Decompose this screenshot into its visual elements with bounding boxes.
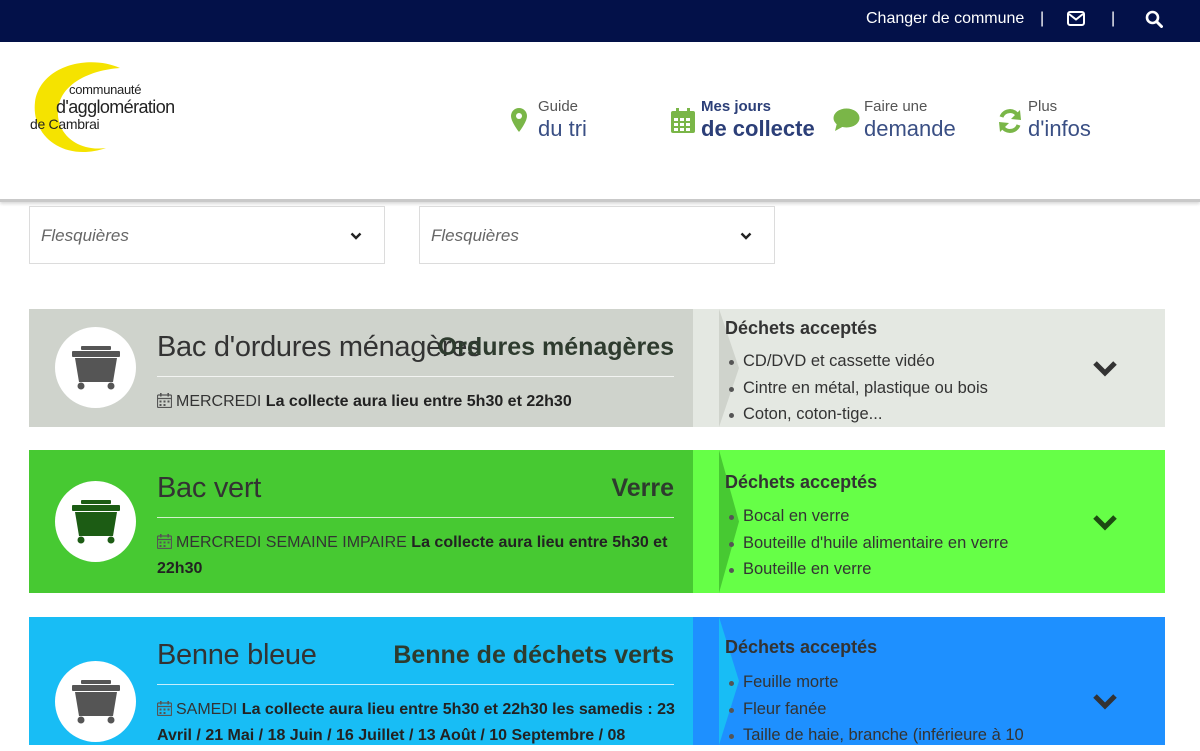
collection-hours: La collecte aura lieu entre 5h30 et 22h3… xyxy=(265,393,572,410)
envelope-icon[interactable] xyxy=(1067,11,1085,26)
nav-mes-jours-de-collecte[interactable]: Mes jours de collecte xyxy=(670,98,820,148)
nav-big-label: du tri xyxy=(538,116,587,141)
change-commune-link[interactable]: Changer de commune xyxy=(866,10,1024,28)
logo-line-1: communauté xyxy=(69,82,142,97)
container-type: Bac vert xyxy=(157,472,261,504)
calendar-icon xyxy=(671,108,695,133)
separator: | xyxy=(1111,10,1116,27)
top-bar: Changer de commune | | xyxy=(0,0,1200,42)
map-marker-icon xyxy=(511,108,527,132)
nav-guide-du-tri[interactable]: Guide du tri xyxy=(511,98,631,148)
collection-schedule: SAMEDI La collecte aura lieu entre 5h30 … xyxy=(157,697,677,749)
agglomeration-logo[interactable]: communauté d'agglomération de Cambrai xyxy=(28,60,188,160)
street-select-value: Flesquières xyxy=(431,226,519,245)
page-bottom xyxy=(0,745,1200,751)
collection-day: SAMEDI xyxy=(176,701,238,718)
list-item: Coton, coton-tige... xyxy=(729,401,988,428)
list-item: Feuille morte xyxy=(729,669,1024,696)
commune-select[interactable]: Flesquières xyxy=(29,206,385,264)
accepted-waste-title: Déchets acceptés xyxy=(725,637,878,657)
collection-card[interactable]: Bac d'ordures ménagères Ordures ménagère… xyxy=(29,309,1165,427)
nav-big-label: de collecte xyxy=(701,116,815,141)
nav-small-label: Guide xyxy=(538,98,579,115)
commune-select-value: Flesquières xyxy=(41,226,129,245)
collection-day: MERCREDI SEMAINE IMPAIRE xyxy=(176,534,407,551)
trash-bin-icon xyxy=(72,346,120,390)
trash-bin-icon xyxy=(72,500,120,544)
calendar-small-icon xyxy=(157,701,172,716)
list-item: Bouteille d'huile alimentaire en verre xyxy=(728,530,1008,557)
bin-badge xyxy=(55,481,136,562)
container-type: Benne bleue xyxy=(157,639,317,671)
chat-bubble-icon xyxy=(833,108,860,131)
accepted-waste-title: Déchets acceptés xyxy=(725,318,878,338)
nav-big-label: d'infos xyxy=(1028,116,1091,141)
trash-bin-icon xyxy=(72,680,120,724)
list-item: Bouteille en verre xyxy=(728,556,1008,583)
collection-schedule: MERCREDI SEMAINE IMPAIRE La collecte aur… xyxy=(157,530,677,582)
collection-card[interactable]: Bac vert Verre MERCREDI SEMAINE IMPAIRE … xyxy=(29,450,1165,593)
street-select[interactable]: Flesquières xyxy=(419,206,775,264)
nav-small-label: Faire une xyxy=(864,98,928,115)
refresh-icon xyxy=(999,109,1021,133)
accepted-waste-list: Bocal en verre Bouteille d'huile aliment… xyxy=(728,503,1008,583)
divider xyxy=(157,376,674,377)
accepted-waste-title: Déchets acceptés xyxy=(725,472,878,492)
collection-schedule: MERCREDI La collecte aura lieu entre 5h3… xyxy=(157,389,677,415)
divider xyxy=(157,517,674,518)
waste-category: Ordures ménagères xyxy=(437,333,674,361)
list-item: CD/DVD et cassette vidéo xyxy=(729,348,988,375)
search-icon[interactable] xyxy=(1145,10,1163,28)
divider xyxy=(157,684,674,685)
collection-day: MERCREDI xyxy=(176,393,262,410)
calendar-small-icon xyxy=(157,534,172,549)
nav-faire-une-demande[interactable]: Faire une demande xyxy=(833,98,973,148)
waste-category: Verre xyxy=(611,474,674,502)
list-item: Cintre en métal, plastique ou bois xyxy=(729,375,988,402)
logo-line-3: de Cambrai xyxy=(30,116,100,132)
chevron-down-icon[interactable] xyxy=(1092,693,1118,711)
separator: | xyxy=(1040,10,1045,27)
nav-small-label: Plus xyxy=(1028,98,1058,115)
chevron-down-icon xyxy=(740,232,752,240)
nav-big-label: demande xyxy=(864,116,956,141)
bin-badge xyxy=(55,661,136,742)
collection-card[interactable]: Benne bleue Benne de déchets verts SAMED… xyxy=(29,617,1165,745)
calendar-small-icon xyxy=(157,393,172,408)
list-item: Fleur fanée xyxy=(729,696,1024,723)
accepted-waste-list: Feuille morte Fleur fanée Taille de haie… xyxy=(729,669,1024,749)
list-item: Bocal en verre xyxy=(728,503,1008,530)
container-type: Bac d'ordures ménagères xyxy=(157,331,482,363)
chevron-down-icon[interactable] xyxy=(1092,360,1118,378)
nav-small-label: Mes jours xyxy=(701,98,772,115)
accepted-waste-list: CD/DVD et cassette vidéo Cintre en métal… xyxy=(729,348,988,428)
waste-category: Benne de déchets verts xyxy=(393,641,674,669)
site-header: communauté d'agglomération de Cambrai Gu… xyxy=(0,42,1200,202)
chevron-down-icon xyxy=(350,232,362,240)
logo-line-2: d'agglomération xyxy=(56,97,175,117)
bin-badge xyxy=(55,327,136,408)
chevron-down-icon[interactable] xyxy=(1092,514,1118,532)
nav-plus-dinfos[interactable]: Plus d'infos xyxy=(997,98,1117,148)
